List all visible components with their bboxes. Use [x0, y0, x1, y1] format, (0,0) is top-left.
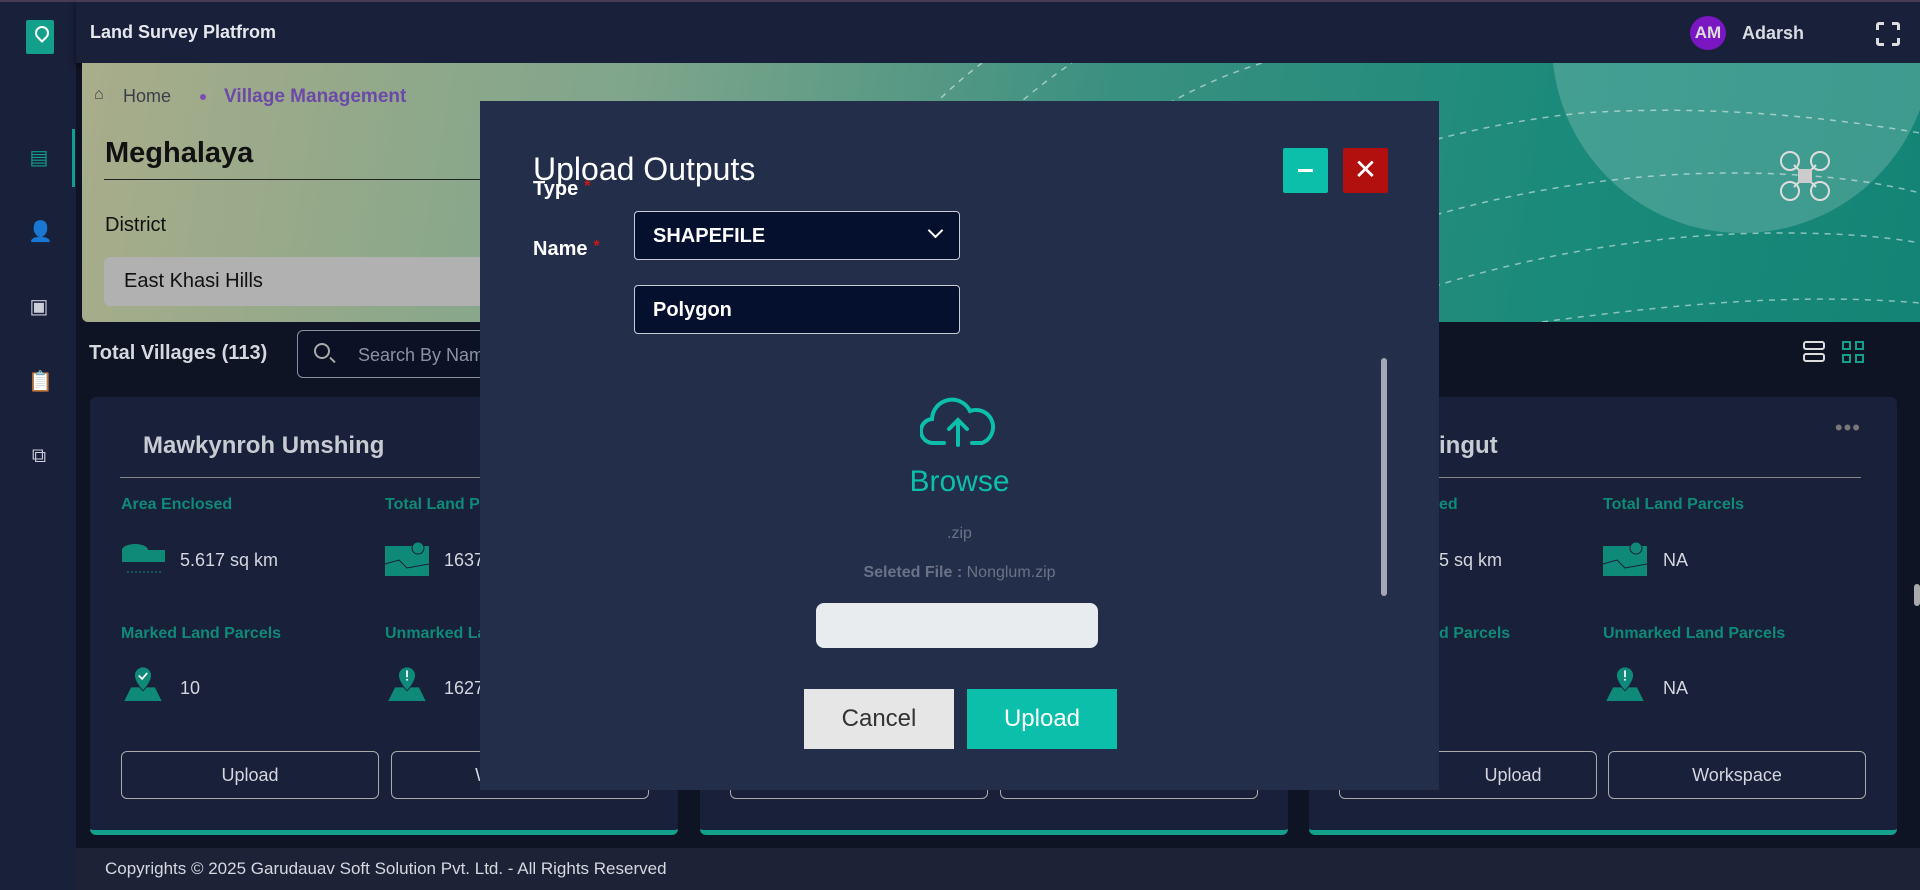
top-header: Land Survey Platfrom AM Adarsh ⌄: [76, 0, 1920, 63]
state-underline: [104, 179, 484, 180]
search-icon: [314, 343, 330, 359]
page-scrollbar[interactable]: [1914, 584, 1920, 606]
name-label: Name *: [533, 238, 600, 261]
breadcrumb-separator: [200, 94, 206, 100]
district-select[interactable]: East Khasi Hills: [104, 257, 484, 306]
unmarked-parcel-icon: [388, 667, 426, 701]
name-label-text: Name: [533, 238, 588, 260]
footer: Copyrights © 2025 Garudauav Soft Solutio…: [76, 848, 1920, 890]
required-mark: *: [584, 178, 591, 195]
required-mark: *: [593, 238, 600, 255]
id-badge-icon[interactable]: ▣: [28, 296, 50, 318]
avatar[interactable]: AM: [1690, 16, 1726, 50]
marked-label: d Parcels: [1439, 625, 1511, 642]
type-label-text: Type: [533, 178, 579, 200]
browse-link[interactable]: Browse: [480, 465, 1439, 499]
marked-value: 10: [180, 678, 201, 698]
village-name: ingut: [1439, 432, 1498, 459]
selected-file-label: Seleted File :: [863, 564, 963, 581]
selected-file: Seleted File : Nonglum.zip: [480, 564, 1439, 582]
upload-outputs-dialog: Upload Outputs ✕ Type * SHAPEFILE Name * P…: [480, 101, 1439, 790]
total-villages: Total Villages (113): [89, 342, 268, 364]
map-pin-icon: [385, 542, 429, 576]
breadcrumb-home[interactable]: Home: [123, 86, 171, 107]
home-icon[interactable]: ⌂: [94, 86, 104, 104]
breadcrumb-current: Village Management: [224, 86, 407, 107]
minimize-button[interactable]: [1283, 148, 1328, 193]
fullscreen-icon[interactable]: [1876, 22, 1900, 46]
map-pin-icon: [1603, 542, 1647, 576]
add-user-icon[interactable]: 👤: [28, 221, 53, 243]
clipboard-icon[interactable]: 📋: [28, 371, 53, 393]
total-parcels-value: NA: [1663, 550, 1689, 570]
close-button[interactable]: ✕: [1343, 148, 1388, 193]
total-parcels-value: 1637: [444, 550, 485, 570]
search-placeholder: Search By Name: [358, 345, 495, 365]
village-name: Mawkynroh Umshing: [143, 432, 385, 459]
area-value: 5 sq km: [1439, 550, 1503, 570]
cloud-upload-icon[interactable]: [920, 391, 996, 447]
marked-label: Marked Land Parcels: [121, 625, 282, 642]
app-title: Land Survey Platfrom: [90, 22, 277, 42]
user-menu[interactable]: Adarsh: [1742, 23, 1804, 44]
chevron-down-icon[interactable]: ⌄: [1783, 24, 1793, 38]
upload-button[interactable]: Upload: [121, 751, 379, 799]
type-select[interactable]: SHAPEFILE: [634, 211, 960, 260]
cancel-button[interactable]: Cancel: [804, 689, 954, 749]
workspace-button[interactable]: Workspace: [1608, 751, 1866, 799]
type-value: SHAPEFILE: [653, 225, 766, 247]
area-label: ed: [1439, 496, 1458, 513]
area-value: 5.617 sq km: [180, 550, 279, 570]
selected-file-name: Nonglum.zip: [966, 564, 1056, 581]
list-view-icon[interactable]: [1803, 341, 1825, 363]
document-icon[interactable]: ▤: [28, 147, 50, 169]
marked-parcel-icon: [124, 667, 162, 701]
upload-progress-bar: [816, 603, 1098, 648]
app-logo: [26, 20, 54, 54]
area-label: Area Enclosed: [121, 496, 233, 513]
type-label: Type *: [533, 178, 590, 201]
accepted-extension: .zip: [947, 525, 972, 542]
more-options-icon[interactable]: •••: [1835, 415, 1861, 441]
grid-view-icon[interactable]: [1842, 341, 1864, 363]
unmarked-value: 1627: [444, 678, 485, 698]
district-label: District: [105, 214, 167, 236]
total-parcels-label: Total Land Parcels: [1603, 496, 1745, 513]
name-input[interactable]: Polygon: [634, 285, 960, 334]
unmarked-label: Unmarked Land Parcels: [1603, 625, 1786, 642]
chevron-down-icon: [927, 222, 944, 239]
sidebar: ▤ 👤 ▣ 📋 ⧉: [0, 0, 76, 890]
state-title[interactable]: Meghalaya: [105, 137, 253, 170]
copyright-text: Copyrights © 2025 Garudauav Soft Solutio…: [105, 859, 667, 878]
upload-submit-button[interactable]: Upload: [967, 689, 1117, 749]
search-input[interactable]: Search By Name: [297, 330, 497, 378]
hierarchy-icon[interactable]: ⧉: [28, 445, 50, 467]
unmarked-parcel-icon: [1606, 667, 1644, 701]
measuring-tape-icon: [122, 544, 165, 573]
unmarked-value: NA: [1663, 678, 1689, 698]
active-indicator: [72, 129, 75, 187]
